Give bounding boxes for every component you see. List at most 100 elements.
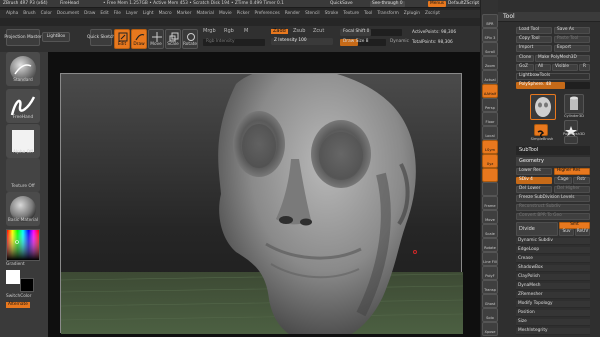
view-tray-button[interactable]: Zoom (482, 56, 498, 70)
geometry-header[interactable]: Geometry (516, 157, 590, 166)
tool-thumb-polysphere-large[interactable] (530, 94, 556, 120)
mrgb-toggle[interactable]: Mrgb (203, 29, 216, 34)
menus-button[interactable]: Menus (428, 1, 447, 8)
geometry-list-item[interactable]: ShadowBox (516, 265, 590, 272)
lightbox-tools-button[interactable]: Lightbox▸Tools (516, 73, 590, 80)
del-higher-button[interactable]: Del Higher (554, 186, 590, 193)
rgb-intensity-slider[interactable]: Rgb Intensity (203, 39, 265, 46)
menu-macro[interactable]: Macro (159, 11, 172, 16)
tool-thumb-polymesh[interactable] (564, 120, 578, 136)
clone-button[interactable]: Clone (516, 55, 534, 62)
geometry-list-item[interactable]: EdgeLoop (516, 247, 590, 254)
menu-light[interactable]: Light (143, 11, 154, 16)
view-tray-button[interactable]: PolyF (482, 266, 498, 280)
reconstruct-subdiv-button[interactable]: Reconstruct Subdiv (516, 204, 590, 211)
focal-shift-slider[interactable]: Focal Shift 0 (340, 29, 402, 36)
menu-file[interactable]: File (114, 11, 121, 16)
view-tray-button[interactable]: Local (482, 126, 498, 140)
goz-all-button[interactable]: All (535, 64, 551, 71)
menu-brush[interactable]: Brush (23, 11, 35, 16)
menu-render[interactable]: Render (285, 11, 300, 16)
view-tray-button[interactable]: Persp (482, 98, 498, 112)
projection-master-button[interactable]: Projection Master (4, 29, 42, 46)
reuv-toggle[interactable]: ReUV (575, 229, 590, 236)
geometry-list-item[interactable]: Size (516, 319, 590, 326)
menu-zscript[interactable]: Zscript (425, 11, 440, 16)
goz-visible-button[interactable]: Visible (552, 64, 578, 71)
draw-mode-button[interactable]: Draw (131, 29, 147, 49)
save-as-button[interactable]: Save As (554, 27, 590, 34)
view-tray-button[interactable]: Scale (482, 224, 498, 238)
view-tray-button[interactable]: Rotate (482, 238, 498, 252)
view-tray-button[interactable]: BPR (482, 14, 498, 28)
view-tray-button[interactable] (482, 168, 498, 182)
suv-toggle[interactable]: Suv (559, 229, 574, 236)
view-tray-button[interactable]: Frame (482, 196, 498, 210)
tool-palette-header[interactable]: Tool (498, 12, 600, 22)
menu-transform[interactable]: Transform (377, 11, 398, 16)
menu-texture[interactable]: Texture (343, 11, 359, 16)
zsub-toggle[interactable]: Zsub (293, 29, 305, 34)
menu-alpha[interactable]: Alpha (6, 11, 18, 16)
see-through-slider[interactable]: See-through 0 (370, 1, 405, 8)
view-tray-button[interactable]: LSym (482, 140, 498, 154)
menu-layer[interactable]: Layer (126, 11, 138, 16)
goz-r-button[interactable]: R (579, 64, 590, 71)
menu-preferences[interactable]: Preferences (254, 11, 279, 16)
geometry-list-item[interactable]: Crease (516, 256, 590, 263)
geometry-list-item[interactable]: Modify Topology (516, 301, 590, 308)
menu-material[interactable]: Material (196, 11, 213, 16)
cage-button[interactable]: Cage (554, 177, 572, 184)
menu-tool[interactable]: Tool (364, 11, 372, 16)
default-zscript-button[interactable]: DefaultZScript (448, 1, 479, 6)
geometry-list-item[interactable]: ZRemesher (516, 292, 590, 299)
m-toggle[interactable]: M (244, 29, 248, 34)
view-tray-button[interactable]: Scroll (482, 42, 498, 56)
view-tray-button[interactable]: SPix 3 (482, 28, 498, 42)
view-tray-button[interactable]: Line Fill (482, 252, 498, 266)
menu-document[interactable]: Document (57, 11, 79, 16)
geometry-list-item[interactable]: DynaMesh (516, 283, 590, 290)
menu-draw[interactable]: Draw (84, 11, 95, 16)
view-tray-button[interactable]: Xyz (482, 154, 498, 168)
del-lower-button[interactable]: Del Lower (516, 186, 552, 193)
lower-res-button[interactable]: Lower Res (516, 168, 552, 175)
menu-picker[interactable]: Picker (237, 11, 250, 16)
alternate-button[interactable]: Alternate (6, 302, 30, 309)
sdiv-slider[interactable]: SDiv 4 (516, 177, 552, 184)
tool-thumb-polysphere-small[interactable] (564, 136, 578, 152)
secondary-color-swatch[interactable] (20, 278, 34, 292)
export-button[interactable]: Export (554, 45, 590, 52)
geometry-list-item[interactable]: MeshIntegrity (516, 328, 590, 335)
freeze-subdiv-button[interactable]: Freeze SubDivision Levels (516, 195, 590, 202)
tool-thumb-cylinder[interactable] (564, 94, 584, 114)
view-tray-button[interactable]: Actual (482, 70, 498, 84)
z-intensity-slider[interactable]: Z Intensity 100 (271, 38, 333, 45)
menu-edit[interactable]: Edit (100, 11, 108, 16)
dynamic-toggle[interactable]: Dynamic (390, 39, 409, 44)
view-tray-button[interactable]: Move (482, 210, 498, 224)
scale-mode-button[interactable]: Scale (165, 29, 181, 49)
copy-tool-button[interactable]: Copy Tool (516, 36, 552, 43)
menu-zplugin[interactable]: Zplugin (404, 11, 420, 16)
zadd-toggle[interactable]: Zadd (271, 29, 288, 34)
view-tray-button[interactable]: Floor (482, 112, 498, 126)
rotate-mode-button[interactable]: Rotate (182, 29, 198, 49)
sculpted-head-model[interactable] (61, 74, 463, 334)
view-tray-button[interactable] (482, 182, 498, 196)
geometry-list-item[interactable]: Dynamic Subdiv (516, 238, 590, 245)
make-polymesh-button[interactable]: Make PolyMesh3D (535, 55, 590, 62)
edit-mode-button[interactable]: Edit (114, 29, 130, 49)
view-tray-button[interactable]: Xpose (482, 322, 498, 336)
load-tool-button[interactable]: Load Tool (516, 27, 552, 34)
menu-stencil[interactable]: Stencil (305, 11, 320, 16)
menu-marker[interactable]: Marker (177, 11, 192, 16)
draw-size-slider[interactable]: Draw Size 8 (340, 39, 386, 46)
divide-button[interactable]: Divide (516, 222, 558, 236)
tool-thumb-simplebrush[interactable] (534, 124, 548, 139)
view-tray-button[interactable]: Solo (482, 308, 498, 322)
rgb-toggle[interactable]: Rgb (224, 29, 234, 34)
quick-sketch-button[interactable]: Quick Sketch (87, 29, 115, 46)
view-tray-button[interactable]: AAHalf (482, 84, 498, 98)
smt-toggle[interactable]: Smt (559, 222, 590, 229)
